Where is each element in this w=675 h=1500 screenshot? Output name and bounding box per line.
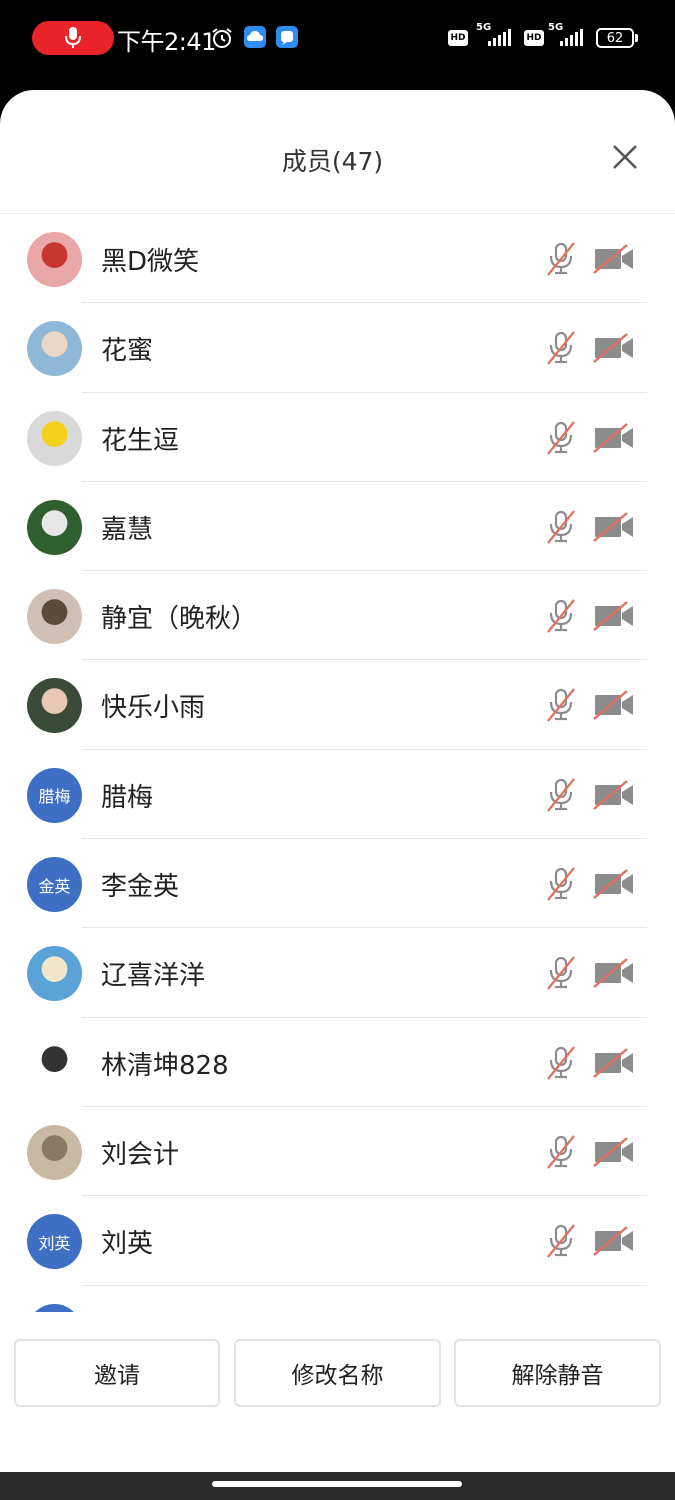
rename-button[interactable]: 修改名称 [234, 1339, 441, 1407]
member-name: 嘉慧 [101, 514, 154, 545]
mic-muted-icon[interactable] [545, 955, 577, 991]
member-name: 林清坤828 [101, 1050, 229, 1081]
mic-muted-icon[interactable] [545, 1223, 577, 1259]
avatar[interactable]: 刘英 [27, 1214, 82, 1270]
avatar[interactable] [27, 946, 82, 1002]
mic-muted-icon[interactable] [545, 420, 577, 456]
camera-off-icon[interactable] [593, 1047, 635, 1078]
member-name: 花生逗 [101, 425, 180, 456]
status-time: 下午2:41 [117, 28, 216, 56]
avatar[interactable]: 腊梅 [27, 767, 82, 823]
camera-off-icon[interactable] [593, 333, 635, 364]
battery-tip [635, 34, 638, 42]
member-name: 刘英 [101, 1229, 154, 1260]
camera-off-icon[interactable] [593, 958, 635, 989]
member-list[interactable]: 黑D微笑 花蜜 花生逗 嘉慧 静宜（晚秋） 快乐小雨 腊梅 腊梅 金英 李金英 … [0, 213, 675, 1312]
mic-muted-icon[interactable] [545, 777, 577, 813]
alarm-icon [212, 28, 232, 48]
mic-muted-icon[interactable] [545, 1045, 577, 1081]
avatar[interactable] [27, 589, 82, 645]
camera-off-icon[interactable] [593, 601, 635, 632]
battery-level: 62 [606, 30, 624, 46]
member-name: 辽喜洋洋 [101, 961, 206, 992]
hd-icon-2: HD [524, 30, 544, 46]
signal-icon [488, 29, 511, 46]
camera-off-icon[interactable] [593, 511, 635, 542]
microphone-icon [65, 27, 81, 48]
camera-off-icon[interactable] [593, 244, 635, 274]
camera-off-icon[interactable] [593, 422, 635, 453]
member-row[interactable]: 黑D微笑 [0, 214, 675, 304]
member-row[interactable]: 腊梅 腊梅 [0, 750, 675, 840]
invite-button[interactable]: 邀请 [14, 1339, 220, 1407]
member-row[interactable]: 花生逗 [0, 393, 675, 482]
mic-muted-icon[interactable] [545, 1134, 577, 1170]
member-name: 腊梅 [101, 782, 154, 813]
member-row[interactable]: 刘会计 [0, 1107, 675, 1197]
member-row[interactable]: 静宜（晚秋） [0, 571, 675, 661]
member-row[interactable]: 刘英 刘英 [0, 1196, 675, 1286]
mic-muted-icon[interactable] [545, 598, 577, 634]
status-bar: 下午2:41 HD 5G HD 5G 62 [0, 0, 675, 82]
member-name: 花蜜 [101, 336, 154, 367]
hd-icon: HD [448, 30, 468, 46]
mic-muted-icon[interactable] [545, 241, 577, 277]
avatar-text: 刘英 [38, 1233, 71, 1253]
camera-off-icon[interactable] [593, 779, 635, 810]
cloud-icon [244, 26, 266, 48]
member-row[interactable]: 快乐小雨 [0, 660, 675, 750]
member-name: 刘会计 [101, 1139, 180, 1170]
mic-muted-icon[interactable] [545, 687, 577, 723]
avatar[interactable] [27, 232, 82, 287]
camera-off-icon[interactable] [593, 1137, 635, 1167]
member-row[interactable]: 花蜜 [0, 303, 675, 393]
avatar[interactable] [27, 678, 82, 734]
avatar-text: 金英 [38, 876, 71, 896]
mic-muted-icon[interactable] [545, 330, 577, 366]
mic-muted-icon[interactable] [545, 509, 577, 545]
recording-indicator[interactable] [32, 21, 114, 55]
member-row[interactable] [0, 1286, 675, 1312]
avatar[interactable] [27, 321, 82, 377]
avatar[interactable] [27, 1303, 82, 1312]
close-button[interactable] [606, 138, 644, 176]
home-indicator[interactable] [212, 1481, 462, 1487]
camera-off-icon[interactable] [593, 1226, 635, 1257]
member-name: 快乐小雨 [101, 693, 206, 724]
avatar[interactable] [27, 499, 82, 555]
signal-icon-2 [560, 29, 583, 46]
members-sheet: 成员(47) 黑D微笑 花蜜 花生逗 嘉慧 静宜（晚秋） 快乐小雨 腊梅 腊梅 … [0, 90, 675, 1472]
avatar[interactable] [27, 410, 82, 466]
mic-muted-icon[interactable] [545, 866, 577, 902]
member-row[interactable]: 金英 李金英 [0, 839, 675, 929]
avatar[interactable]: 金英 [27, 857, 82, 913]
avatar[interactable] [27, 1124, 82, 1180]
sheet-title: 成员(47) [281, 147, 384, 176]
battery-icon: 62 [596, 28, 634, 48]
avatar-text: 腊梅 [38, 787, 71, 807]
member-name: 静宜（晚秋） [101, 604, 258, 635]
navigation-bar [0, 1472, 675, 1500]
member-name: 黑D微笑 [101, 247, 200, 277]
avatar[interactable] [27, 1035, 82, 1091]
camera-off-icon[interactable] [593, 690, 635, 721]
close-icon [613, 145, 637, 169]
chat-icon [276, 26, 298, 48]
camera-off-icon[interactable] [593, 869, 635, 899]
member-row[interactable]: 林清坤828 [0, 1018, 675, 1107]
member-row[interactable]: 嘉慧 [0, 482, 675, 572]
member-name: 李金英 [101, 872, 180, 903]
unmute-all-button[interactable]: 解除静音 [454, 1339, 661, 1407]
member-row[interactable]: 辽喜洋洋 [0, 928, 675, 1018]
